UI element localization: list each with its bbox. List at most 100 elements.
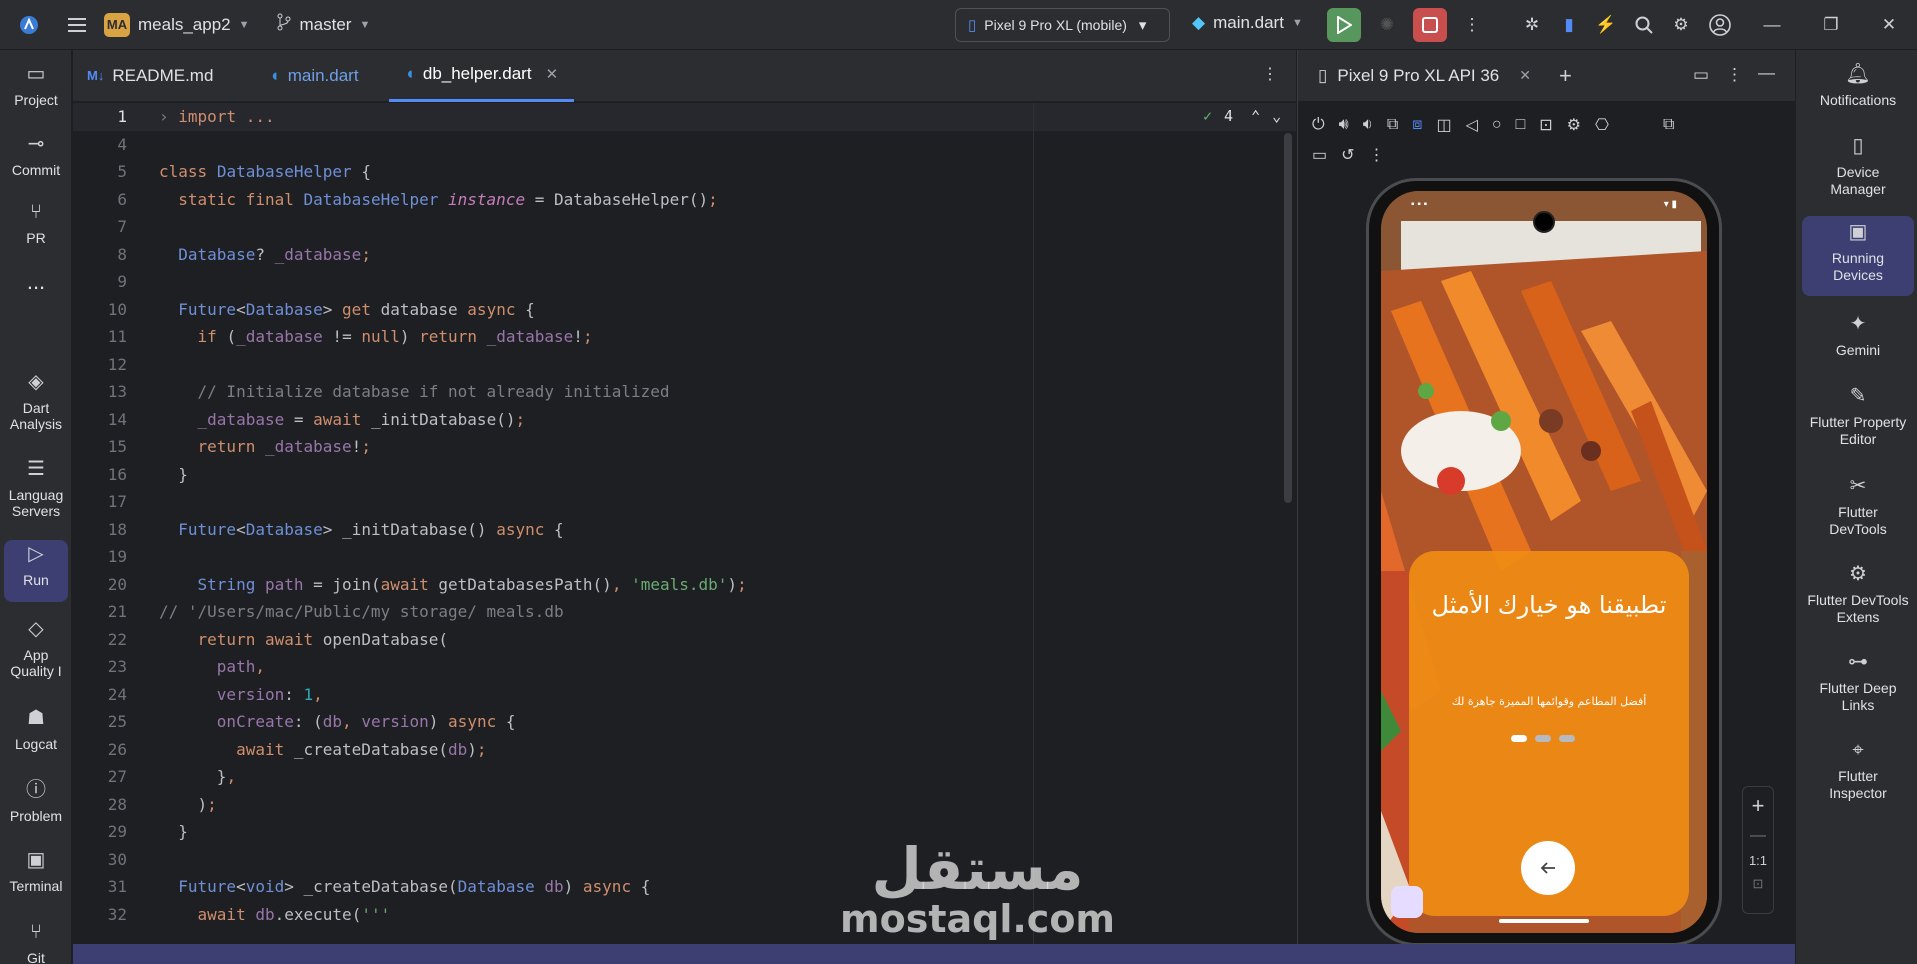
fold-arrow-icon[interactable]: › <box>159 107 169 126</box>
add-device-icon[interactable]: + <box>1559 63 1572 89</box>
gesture-nav-bar[interactable] <box>1499 919 1589 923</box>
zoom-in-icon[interactable]: + <box>1752 793 1765 819</box>
search-icon[interactable] <box>1627 8 1661 42</box>
settings-gear-icon[interactable]: ⚙ <box>1664 8 1698 42</box>
run-config-selector[interactable]: ◆ main.dart ▼ <box>1192 13 1303 33</box>
tab-db-helper[interactable]: ◖ db_helper.dart ✕ <box>388 50 575 102</box>
code-line: _database = await _initDatabase(); <box>197 409 526 429</box>
zoom-actual-size[interactable]: 1:1 <box>1749 853 1767 868</box>
code-line: ); <box>197 794 217 814</box>
project-selector[interactable]: MA meals_app2 ▼ <box>104 12 250 37</box>
running-devices-panel: ▯ Pixel 9 Pro XL API 36 ✕ + ▭ ⋮ — ⏻ 🔊︎ 🔉… <box>1297 50 1795 946</box>
rotate-right-icon[interactable]: ⧈ <box>1412 116 1422 134</box>
zoom-fit-icon[interactable]: ⊡ <box>1753 876 1764 892</box>
device-screen[interactable]: ▪ ▪ ▪ ▾ ▮ تطبيقنا هو خيارك الأمثل أفضل ا… <box>1381 191 1707 933</box>
tool-run[interactable]: ▷ Run <box>4 540 68 602</box>
device-tab-label[interactable]: Pixel 9 Pro XL API 36 <box>1337 66 1499 86</box>
device-selector[interactable]: ▯ Pixel 9 Pro XL (mobile) ▾ <box>955 8 1170 42</box>
folded-imports[interactable]: import ... <box>178 107 274 126</box>
close-device-tab-icon[interactable]: ✕ <box>1519 67 1531 84</box>
branch-name: master <box>299 14 352 34</box>
tool-git[interactable]: ⑂ Git <box>4 918 68 964</box>
tool-app-quality[interactable]: ◇ App Quality I <box>4 615 68 679</box>
tool-language-servers[interactable]: ☰ Languag Servers <box>4 455 68 519</box>
stop-button[interactable] <box>1413 8 1447 42</box>
tool-running-devices[interactable]: ▣ Running Devices <box>1802 216 1914 296</box>
screenshot-icon[interactable]: ⎔ <box>1595 115 1609 135</box>
layout-icon[interactable]: ▭ <box>1693 65 1709 85</box>
tool-pull-requests[interactable]: ⑂ PR <box>4 198 68 246</box>
minimize-window-icon[interactable]: — <box>1755 8 1789 42</box>
tool-flutter-inspector[interactable]: ⌖ Flutter Inspector <box>1802 734 1914 808</box>
line-number: 21 <box>107 602 127 621</box>
close-tab-icon[interactable]: ✕ <box>546 65 559 83</box>
more-actions-icon[interactable]: ⋮ <box>1455 8 1489 42</box>
next-arrow-button[interactable] <box>1521 841 1575 895</box>
tool-project[interactable]: ▭ Project <box>4 60 68 108</box>
code-area[interactable]: 1 4 5 6 7 8 9 10 11 12 13 14 15 16 17 18 19 20 21 22 23 24 25 2… <box>73 103 1296 944</box>
tool-flutter-property-editor[interactable]: ✎ Flutter Property Editor <box>1802 380 1914 454</box>
chevron-down-icon: ▼ <box>359 18 371 31</box>
panel-more-icon[interactable]: ⋮ <box>1726 65 1743 85</box>
line-number: 6 <box>117 189 127 209</box>
app-inspection-icon[interactable]: ⚙ <box>1567 115 1581 135</box>
home-icon[interactable]: ○ <box>1492 116 1502 134</box>
record-icon[interactable]: ▭ <box>1312 145 1327 165</box>
prev-issue-icon[interactable]: ⌃ <box>1251 107 1260 125</box>
tool-dart-analysis[interactable]: ◈ Dart Analysis <box>4 368 68 432</box>
editor-scrollbar[interactable] <box>1284 133 1292 503</box>
tool-logcat[interactable]: ☗ Logcat <box>4 704 68 752</box>
rotate-left-icon[interactable]: ⧉ <box>1387 116 1398 134</box>
debug-disabled-icon[interactable]: ✺ <box>1370 8 1404 42</box>
tool-gemini[interactable]: ✦ Gemini <box>1802 308 1914 365</box>
run-button[interactable] <box>1327 8 1361 42</box>
overview-icon[interactable]: □ <box>1516 116 1526 134</box>
more-controls-icon[interactable]: ⋮ <box>1369 145 1385 165</box>
app-fab-square[interactable] <box>1391 886 1423 918</box>
page-dot[interactable] <box>1559 735 1575 742</box>
volume-down-icon[interactable]: 🔉︎ <box>1363 116 1373 134</box>
onboarding-subtitle: أفضل المطاعم وقوائمها المميزة جاهزة لك <box>1451 695 1647 708</box>
line-number: 24 <box>107 684 127 704</box>
tool-terminal[interactable]: ▣ Terminal <box>4 846 68 894</box>
page-dot[interactable] <box>1511 735 1527 742</box>
restore-window-icon[interactable]: ❐ <box>1814 8 1848 42</box>
tool-more[interactable]: ... <box>4 268 68 293</box>
volume-up-icon[interactable]: 🔊︎ <box>1339 116 1349 134</box>
caret-down-icon: ▾ <box>1138 17 1147 34</box>
hide-panel-icon[interactable]: — <box>1758 63 1775 83</box>
attach-debugger-icon[interactable]: ✲ <box>1515 8 1549 42</box>
tool-flutter-deep-links[interactable]: ⊶ Flutter Deep Links <box>1802 646 1914 720</box>
status-bar <box>73 944 1795 964</box>
back-icon[interactable]: ◁ <box>1466 115 1478 135</box>
tool-device-manager[interactable]: ▯ Device Manager <box>1802 130 1914 204</box>
tab-main-dart[interactable]: ◖ main.dart <box>253 50 374 102</box>
extended-controls-icon[interactable]: ⧉ <box>1663 116 1674 134</box>
main-menu-icon[interactable] <box>60 8 94 42</box>
page-dot[interactable] <box>1535 735 1551 742</box>
hot-reload-icon[interactable]: ⚡ <box>1589 8 1623 42</box>
power-icon[interactable]: ⏻ <box>1312 116 1325 134</box>
tabs-more-icon[interactable]: ⋮ <box>1262 64 1278 84</box>
tool-label: Project <box>14 92 58 108</box>
tool-label: Dart Analysis <box>9 400 63 432</box>
zoom-out-icon[interactable]: — <box>1750 827 1766 845</box>
tool-flutter-devtools[interactable]: ✂ Flutter DevTools <box>1802 470 1914 544</box>
tool-problems[interactable]: ⓘ Problem <box>4 776 68 824</box>
tab-readme[interactable]: M↓ README.md <box>73 50 229 102</box>
line-number: 17 <box>107 492 127 511</box>
mirror-icon[interactable]: ⊡ <box>1539 115 1552 135</box>
folder-icon: ▭ <box>26 63 46 85</box>
tool-flutter-devtools-ext[interactable]: ⚙ Flutter DevTools Extens <box>1802 558 1914 632</box>
snapshot-icon[interactable]: ↺ <box>1341 145 1354 165</box>
account-icon[interactable] <box>1703 8 1737 42</box>
next-issue-icon[interactable]: ⌄ <box>1272 107 1281 125</box>
fold-icon[interactable]: ◫ <box>1436 115 1451 135</box>
inspection-widget[interactable]: ✓ 4 ⌃ ⌄ <box>1203 107 1281 125</box>
android-studio-logo-icon[interactable] <box>12 8 46 42</box>
tool-commit[interactable]: ⊸ Commit <box>4 130 68 178</box>
close-window-icon[interactable]: ✕ <box>1872 8 1906 42</box>
branch-selector[interactable]: master ▼ <box>276 13 371 36</box>
tool-notifications[interactable]: 🔔︎ Notifications <box>1802 58 1914 115</box>
apply-changes-icon[interactable]: ▮ <box>1552 8 1586 42</box>
